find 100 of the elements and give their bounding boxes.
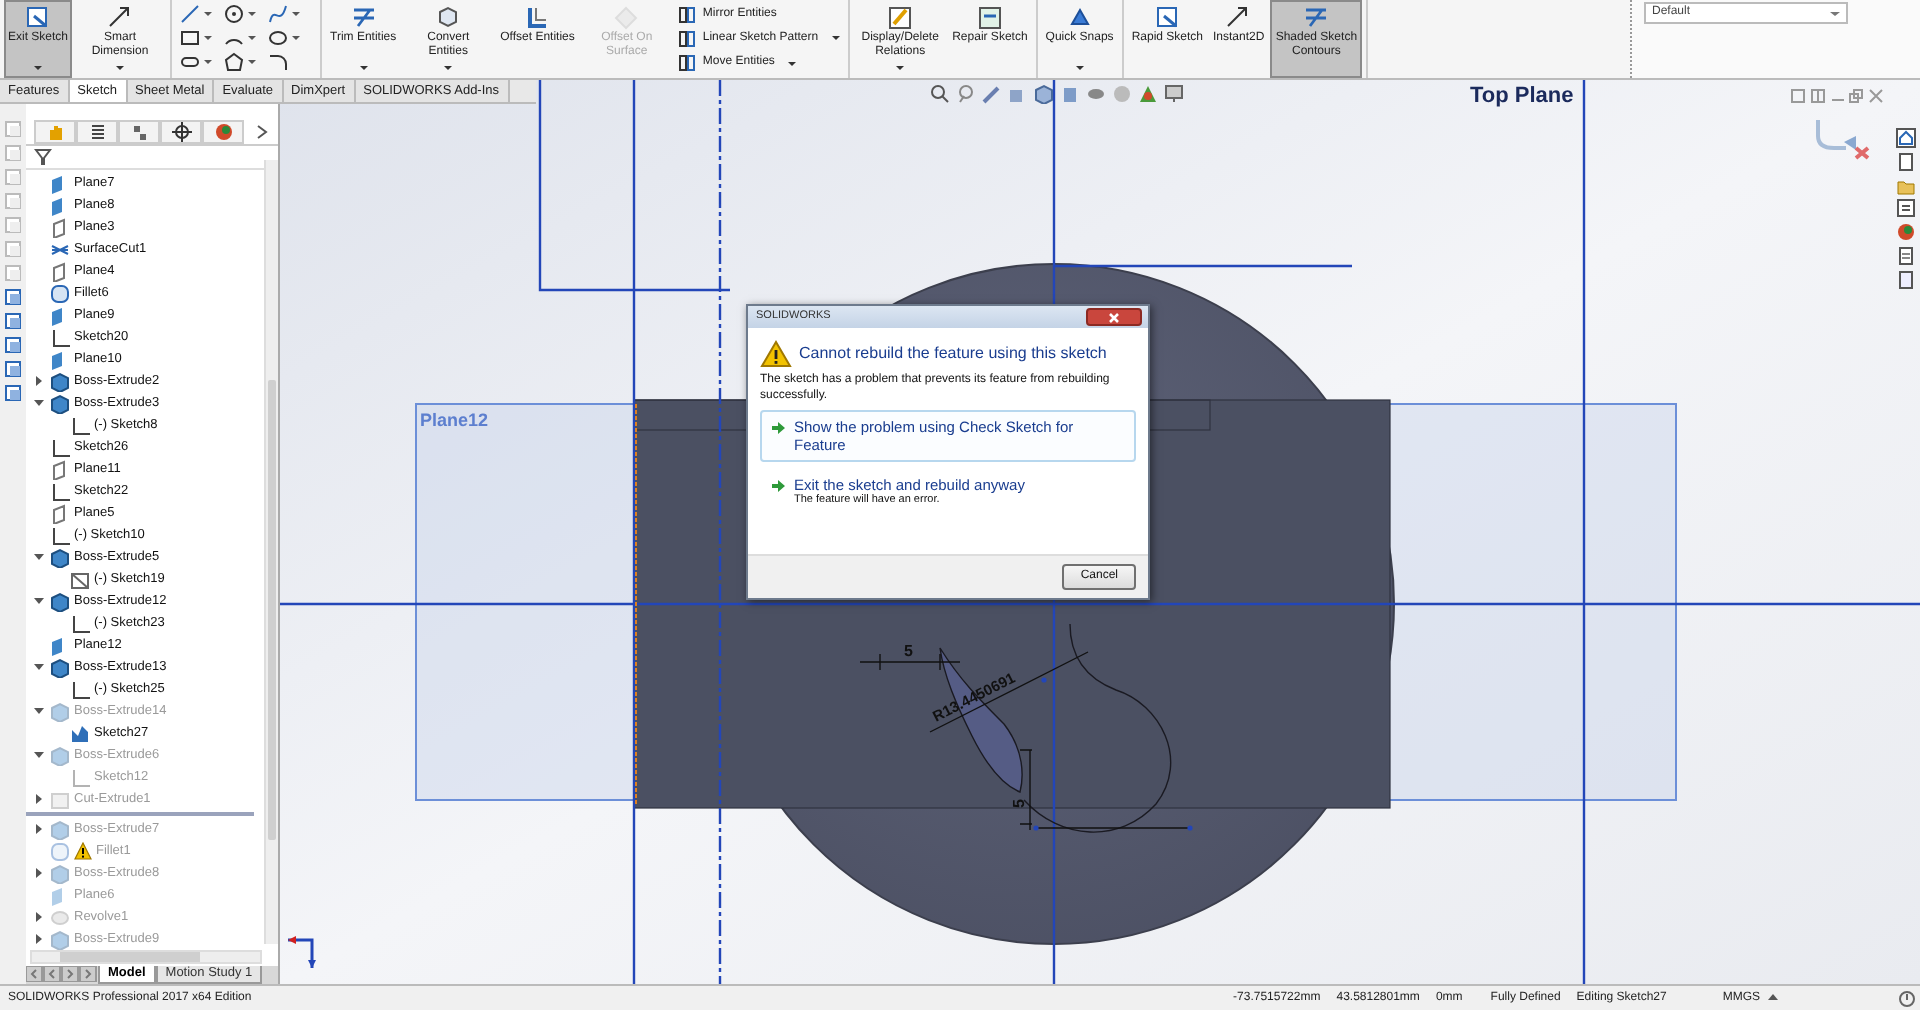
caret-icon[interactable] [33, 662, 43, 672]
diamond-icon [612, 4, 641, 30]
notes-icon[interactable] [1896, 269, 1916, 289]
sketch-icon [70, 767, 90, 787]
caret-icon[interactable] [203, 34, 212, 42]
close-icon [1108, 311, 1120, 323]
plane-outline-icon [50, 503, 70, 523]
caret-icon[interactable] [1768, 994, 1778, 1002]
caret-icon[interactable] [291, 10, 300, 18]
list-icon[interactable] [87, 122, 107, 142]
offset-icon [523, 4, 552, 30]
caret-icon[interactable] [33, 824, 43, 834]
horizontal-scrollbar[interactable] [30, 950, 262, 964]
confirmation-corner-icon[interactable] [1812, 116, 1872, 160]
tree-config-icon[interactable] [129, 122, 149, 142]
caret-icon[interactable] [1830, 9, 1840, 17]
rectangle-icon[interactable] [180, 28, 201, 48]
appearance-icon[interactable] [213, 122, 233, 142]
caret-icon[interactable] [33, 750, 43, 760]
smart-dimension-icon [106, 4, 135, 30]
triad-drawing [288, 936, 316, 968]
extrude-icon [50, 547, 70, 567]
tile-icon[interactable] [1790, 88, 1806, 104]
cut-extrude-icon [50, 789, 70, 809]
surface-cut-icon [50, 239, 70, 259]
sketch-point [1033, 825, 1039, 831]
view-label: Top Plane [1470, 84, 1574, 108]
smart-dimension-icon [1224, 4, 1253, 30]
contour-icon [1065, 4, 1094, 30]
pattern-icon [678, 5, 697, 24]
fillet-icon[interactable] [268, 52, 289, 72]
scrollbar-thumb[interactable] [60, 952, 200, 962]
scene-icon[interactable] [1138, 84, 1158, 104]
trim-icon [1302, 4, 1331, 30]
spline-icon[interactable] [268, 4, 289, 24]
restore-icon[interactable] [1848, 88, 1865, 104]
slot-icon[interactable] [180, 52, 201, 72]
sketch-icon [70, 679, 90, 699]
exit-sketch-icon [24, 4, 52, 30]
sketch-point [1041, 677, 1047, 683]
zoom-icon[interactable] [956, 84, 976, 104]
line-icon[interactable] [180, 4, 201, 24]
fillet-icon [50, 841, 70, 861]
warning-icon [760, 340, 792, 368]
ellipse-icon[interactable] [268, 28, 289, 48]
eye-icon[interactable] [1086, 84, 1106, 104]
plane-label: Plane12 [420, 410, 489, 430]
sketch-icon [50, 481, 70, 501]
pencil-icon[interactable] [982, 84, 1002, 104]
caret-icon[interactable] [203, 10, 212, 18]
filter-icon[interactable] [34, 148, 52, 166]
caret-icon[interactable] [33, 596, 43, 606]
caret-icon[interactable] [203, 58, 212, 66]
circle-icon[interactable] [224, 4, 245, 24]
appearance-icon[interactable] [1896, 222, 1916, 242]
cube-icon [434, 4, 463, 30]
zoom-icon[interactable] [930, 84, 950, 104]
close-icon[interactable] [1868, 88, 1884, 104]
page-icon[interactable] [1896, 151, 1916, 172]
polygon-icon[interactable] [224, 52, 245, 72]
caret-icon[interactable] [33, 794, 43, 804]
plane-outline-icon [50, 261, 70, 281]
caret-icon[interactable] [247, 34, 256, 42]
dimension-text: 5 [1010, 799, 1028, 808]
caret-icon[interactable] [33, 912, 43, 922]
help-icon[interactable] [1898, 989, 1916, 1007]
arrow-right-icon [770, 478, 786, 494]
tab-navigation-icon[interactable] [26, 966, 98, 982]
sketch-icon [70, 723, 90, 743]
caret-icon[interactable] [33, 376, 43, 386]
extrude-icon [50, 591, 70, 611]
caret-icon[interactable] [291, 34, 300, 42]
crosshair-icon[interactable] [171, 122, 191, 142]
caret-icon[interactable] [33, 706, 43, 716]
vertical-scrollbar[interactable] [264, 160, 278, 944]
home-icon[interactable] [1896, 128, 1916, 148]
dialog-heading: Cannot rebuild the feature using this sketch [799, 344, 1107, 364]
sketch-point [1187, 825, 1193, 831]
monitor-icon[interactable] [1164, 84, 1184, 104]
caret-icon[interactable] [33, 934, 43, 944]
scrollbar-thumb[interactable] [268, 380, 276, 840]
caret-icon[interactable] [247, 58, 256, 66]
sketch-icon [70, 569, 90, 589]
plane-outline-icon [50, 217, 70, 237]
pattern-icon [678, 54, 697, 73]
trim-icon [349, 4, 378, 30]
chevron-right-icon[interactable] [256, 124, 268, 140]
caret-icon[interactable] [33, 552, 43, 562]
tile-icon[interactable] [1809, 88, 1826, 104]
list-icon[interactable] [1896, 198, 1916, 219]
caret-icon[interactable] [33, 398, 43, 408]
clipboard-icon[interactable] [1896, 245, 1916, 266]
caret-icon[interactable] [33, 868, 43, 878]
close-button[interactable] [1086, 308, 1142, 326]
pattern-icon [678, 29, 697, 48]
caret-icon[interactable] [247, 10, 256, 18]
extrude-icon [50, 745, 70, 765]
arrow-right-icon [770, 420, 786, 436]
sketch-icon [50, 525, 70, 545]
extrude-icon [50, 863, 70, 883]
